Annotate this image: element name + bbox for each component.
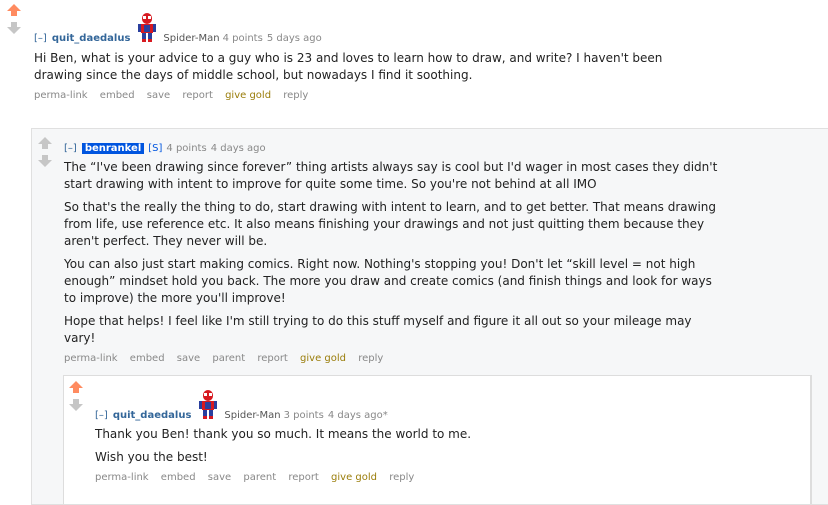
comment-paragraph: You can also just start making comics. R… (64, 257, 712, 305)
comment-paragraph: Wish you the best! (95, 450, 208, 464)
vote-arrows (37, 137, 53, 171)
comment-paragraph: The “I've been drawing since forever” th… (64, 160, 718, 191)
comment-tagline: [–] benrankel [S] 4 points 4 days ago (64, 143, 764, 154)
score: 4 points (166, 143, 207, 154)
embed-button[interactable]: embed (100, 90, 135, 101)
collapse-toggle[interactable]: [–] (95, 410, 108, 421)
reply-button[interactable]: reply (358, 353, 383, 364)
comment-actions: perma-link embed save parent report give… (64, 353, 764, 364)
upvote-arrow-icon[interactable] (69, 381, 83, 393)
spiderman-flair-icon (195, 389, 221, 421)
comment-body: Thank you Ben! thank you so much. It mea… (95, 426, 795, 466)
downvote-arrow-icon[interactable] (38, 155, 52, 167)
spiderman-flair-icon (134, 12, 160, 44)
downvote-arrow-icon[interactable] (69, 399, 83, 411)
embed-button[interactable]: embed (130, 353, 165, 364)
comment: [–] benrankel [S] 4 points 4 days ago Th… (64, 143, 764, 364)
vote-arrows (68, 381, 84, 415)
give-gold-button[interactable]: give gold (300, 353, 346, 364)
collapse-toggle[interactable]: [–] (64, 143, 77, 154)
comment-paragraph: Thank you Ben! thank you so much. It mea… (95, 427, 472, 441)
report-button[interactable]: report (288, 472, 319, 483)
upvote-arrow-icon[interactable] (38, 137, 52, 149)
embed-button[interactable]: embed (161, 472, 196, 483)
collapse-toggle[interactable]: [–] (34, 33, 47, 44)
user-flair: Spider-Man (224, 410, 281, 421)
save-button[interactable]: save (147, 90, 170, 101)
downvote-arrow-icon[interactable] (7, 22, 21, 34)
reply-button[interactable]: reply (283, 90, 308, 101)
comment-paragraph: Hi Ben, what is your advice to a guy who… (34, 51, 663, 82)
give-gold-button[interactable]: give gold (225, 90, 271, 101)
user-flair: Spider-Man (163, 33, 220, 44)
author-link[interactable]: quit_daedalus (113, 410, 192, 421)
comment-tagline: [–] quit_daedalus Spider-Man 4 points 5 … (34, 12, 794, 44)
parent-button[interactable]: parent (212, 353, 245, 364)
comment-tagline: [–] quit_daedalus Spider-Man 3 points 4 … (95, 389, 795, 421)
score: 4 points (222, 33, 263, 44)
report-button[interactable]: report (182, 90, 213, 101)
parent-button[interactable]: parent (243, 472, 276, 483)
permalink-button[interactable]: perma-link (64, 353, 118, 364)
permalink-button[interactable]: perma-link (95, 472, 149, 483)
comment-actions: perma-link embed save parent report give… (95, 472, 795, 483)
timestamp: 5 days ago (266, 33, 322, 44)
vote-arrows (6, 4, 22, 38)
timestamp: 4 days ago (210, 143, 266, 154)
save-button[interactable]: save (177, 353, 200, 364)
upvote-arrow-icon[interactable] (7, 4, 21, 16)
comment-body: The “I've been drawing since forever” th… (64, 159, 724, 347)
comment: [–] quit_daedalus Spider-Man 3 points 4 … (95, 389, 795, 483)
comment-body: Hi Ben, what is your advice to a guy who… (34, 50, 684, 84)
score: 3 points (283, 410, 324, 421)
comment-actions: perma-link embed save report give gold r… (34, 90, 794, 101)
give-gold-button[interactable]: give gold (331, 472, 377, 483)
comment-paragraph: So that's the really the thing to do, st… (64, 200, 717, 248)
save-button[interactable]: save (208, 472, 231, 483)
submitter-badge[interactable]: [S] (148, 143, 162, 154)
comment-paragraph: Hope that helps! I feel like I'm still t… (64, 314, 692, 345)
timestamp: 4 days ago* (327, 410, 388, 421)
comment: [–] quit_daedalus Spider-Man 4 points 5 … (34, 12, 794, 101)
author-link[interactable]: quit_daedalus (52, 33, 131, 44)
reply-button[interactable]: reply (389, 472, 414, 483)
report-button[interactable]: report (257, 353, 288, 364)
author-link[interactable]: benrankel (81, 143, 145, 154)
permalink-button[interactable]: perma-link (34, 90, 88, 101)
